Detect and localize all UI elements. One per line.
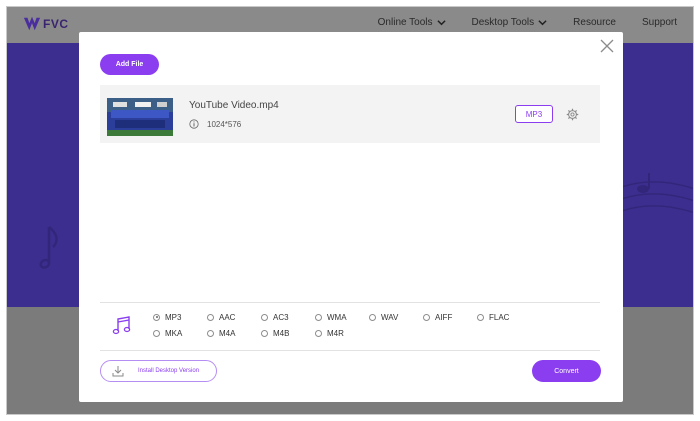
format-options: MP3 AAC AC3 WMA WAV AIFF FLAC MKA M4A M4… bbox=[153, 309, 531, 341]
format-option-flac[interactable]: FLAC bbox=[477, 313, 531, 322]
format-option-m4a[interactable]: M4A bbox=[207, 329, 261, 338]
nav-desktop-tools[interactable]: Desktop Tools bbox=[472, 17, 548, 28]
format-option-label: M4B bbox=[273, 328, 290, 338]
site-nav: Online Tools Desktop Tools Resource Supp… bbox=[378, 17, 677, 28]
site-logo[interactable]: FVC bbox=[23, 15, 69, 33]
gear-icon[interactable] bbox=[566, 108, 579, 121]
nav-label: Resource bbox=[573, 17, 616, 28]
format-option-m4b[interactable]: M4B bbox=[261, 329, 315, 338]
video-thumbnail bbox=[107, 93, 173, 136]
nav-online-tools[interactable]: Online Tools bbox=[378, 17, 446, 28]
format-option-ac3[interactable]: AC3 bbox=[261, 313, 315, 322]
radio-button[interactable] bbox=[153, 329, 160, 337]
music-note-icon bbox=[112, 316, 131, 335]
radio-button[interactable] bbox=[207, 313, 214, 321]
nav-label: Support bbox=[641, 17, 677, 28]
format-option-wma[interactable]: WMA bbox=[315, 313, 369, 322]
file-resolution: 1024*576 bbox=[207, 119, 242, 129]
fvc-logo-icon bbox=[23, 16, 41, 31]
radio-button[interactable] bbox=[315, 329, 322, 337]
format-option-mp3[interactable]: MP3 bbox=[153, 313, 207, 322]
format-option-label: AC3 bbox=[273, 312, 289, 322]
format-row: MP3 AAC AC3 WMA WAV AIFF FLAC bbox=[153, 309, 531, 325]
add-file-button[interactable]: Add File bbox=[100, 54, 159, 75]
chevron-down-icon bbox=[538, 20, 547, 26]
format-option-wav[interactable]: WAV bbox=[369, 313, 423, 322]
nav-label: Desktop Tools bbox=[471, 17, 535, 28]
download-icon bbox=[112, 366, 124, 377]
file-name: YouTube Video.mp4 bbox=[189, 100, 279, 111]
format-option-label: WMA bbox=[327, 312, 347, 322]
divider bbox=[100, 302, 600, 303]
format-option-label: FLAC bbox=[489, 312, 510, 322]
format-option-label: AIFF bbox=[435, 312, 453, 322]
format-option-m4r[interactable]: M4R bbox=[315, 329, 369, 338]
radio-button[interactable] bbox=[369, 313, 376, 321]
format-option-label: AAC bbox=[219, 312, 236, 322]
close-icon[interactable] bbox=[599, 38, 615, 54]
radio-button-selected[interactable] bbox=[153, 313, 160, 321]
convert-button[interactable]: Convert bbox=[532, 360, 601, 382]
radio-button[interactable] bbox=[477, 313, 484, 321]
radio-button[interactable] bbox=[423, 313, 430, 321]
browser-viewport: FVC Online Tools Desktop Tools Resource … bbox=[6, 6, 694, 415]
info-icon[interactable] bbox=[189, 119, 199, 129]
format-row: MKA M4A M4B M4R bbox=[153, 325, 531, 341]
format-option-label: M4A bbox=[219, 328, 236, 338]
logo-text: FVC bbox=[43, 17, 69, 31]
format-option-aac[interactable]: AAC bbox=[207, 313, 261, 322]
install-desktop-button[interactable]: Install Desktop Version bbox=[100, 360, 217, 382]
music-note-decoration-icon bbox=[39, 226, 58, 269]
format-option-label: M4R bbox=[327, 328, 344, 338]
install-desktop-label: Install Desktop Version bbox=[138, 368, 200, 374]
file-meta: 1024*576 bbox=[189, 119, 241, 129]
format-option-mka[interactable]: MKA bbox=[153, 329, 207, 338]
radio-button[interactable] bbox=[261, 329, 268, 337]
radio-button[interactable] bbox=[207, 329, 214, 337]
output-format-button[interactable]: MP3 bbox=[515, 105, 553, 123]
divider bbox=[100, 350, 600, 351]
chevron-down-icon bbox=[436, 20, 446, 26]
nav-label: Online Tools bbox=[377, 17, 433, 28]
nav-support[interactable]: Support bbox=[642, 17, 677, 28]
radio-button[interactable] bbox=[261, 313, 268, 321]
thumbnail-image bbox=[107, 93, 173, 136]
format-option-aiff[interactable]: AIFF bbox=[423, 313, 477, 322]
format-option-label: MKA bbox=[165, 328, 183, 338]
file-row: YouTube Video.mp4 1024*576 MP3 bbox=[100, 85, 600, 143]
nav-resource[interactable]: Resource bbox=[573, 17, 616, 28]
format-option-label: MP3 bbox=[165, 312, 182, 322]
radio-button[interactable] bbox=[315, 313, 322, 321]
converter-dialog: Add File YouTube Video.mp4 1024*576 MP3 … bbox=[79, 32, 623, 402]
format-option-label: WAV bbox=[381, 312, 399, 322]
